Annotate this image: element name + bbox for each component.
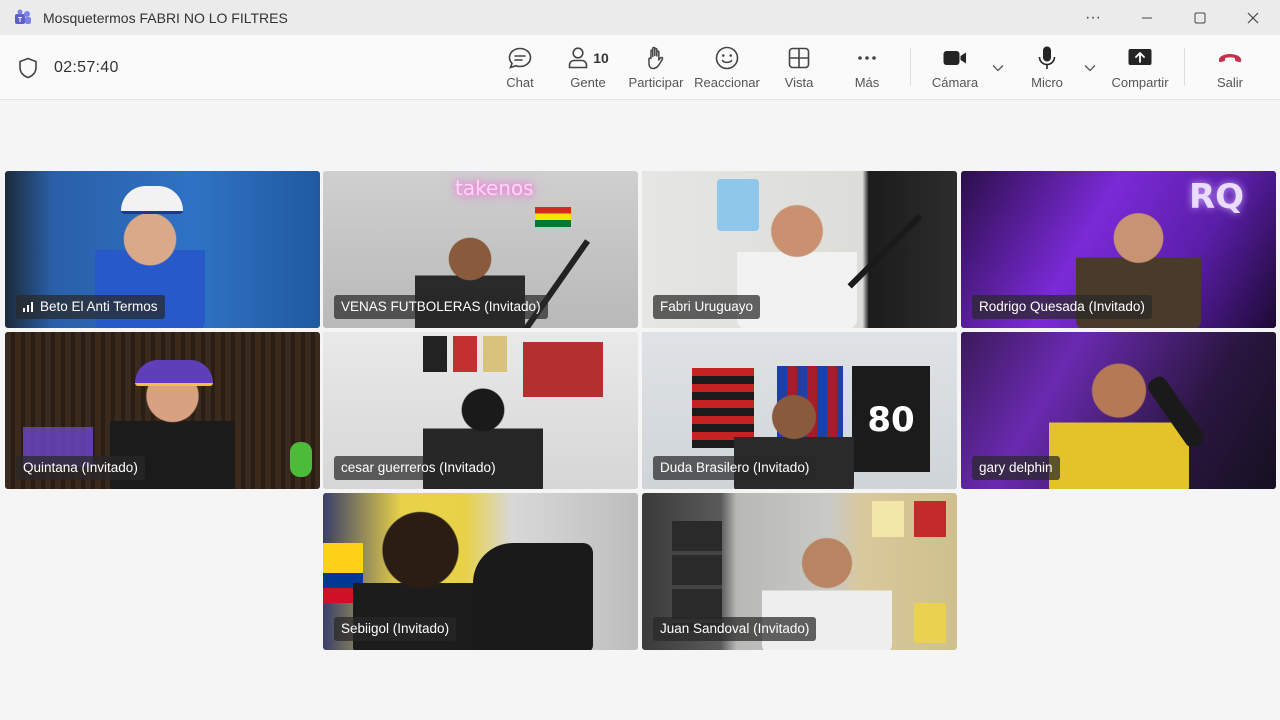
participant-nameplate: gary delphin	[972, 456, 1060, 480]
participant-nameplate: Beto El Anti Termos	[16, 295, 165, 319]
view-label: Vista	[784, 75, 814, 90]
title-bar: T Mosquetermos FABRI NO LO FILTRES ···	[0, 0, 1280, 35]
speaking-bars-icon	[23, 302, 33, 312]
minimize-icon	[1142, 17, 1152, 18]
participant-nameplate: Rodrigo Quesada (Invitado)	[972, 295, 1152, 319]
participant-nameplate: Juan Sandoval (Invitado)	[653, 617, 817, 641]
cap-decoration	[135, 360, 213, 386]
share-button[interactable]: Compartir	[1108, 45, 1172, 95]
people-icon	[568, 47, 588, 69]
leave-label: Salir	[1216, 75, 1243, 90]
ellipsis-icon: ···	[1085, 8, 1101, 26]
shield-icon[interactable]	[18, 57, 38, 79]
jersey-decoration	[483, 336, 507, 372]
participant-video	[473, 543, 593, 650]
more-icon	[858, 56, 876, 60]
participant-name: gary delphin	[979, 460, 1053, 475]
mic-options-caret[interactable]	[1083, 61, 1097, 75]
mic-label: Micro	[1031, 75, 1063, 90]
participant-tile[interactable]: RQ Rodrigo Quesada (Invitado)	[961, 171, 1276, 328]
chevron-down-icon	[1084, 65, 1096, 72]
hang-up-icon	[1219, 54, 1241, 63]
close-icon	[1247, 12, 1259, 23]
camera-icon	[943, 51, 966, 65]
participant-tile[interactable]: Quintana (Invitado)	[5, 332, 320, 489]
shelf-decoration	[672, 521, 722, 631]
maximize-icon	[1194, 12, 1206, 23]
participant-tile[interactable]: Beto El Anti Termos	[5, 171, 320, 328]
view-button[interactable]: Vista	[782, 45, 816, 95]
mic-button[interactable]: Micro	[1026, 45, 1068, 95]
participant-nameplate: cesar guerreros (Invitado)	[334, 456, 503, 480]
toolbar-divider	[1184, 48, 1185, 86]
meeting-timer: 02:57:40	[54, 59, 119, 76]
participant-nameplate: Quintana (Invitado)	[16, 456, 145, 480]
close-button[interactable]	[1227, 0, 1279, 35]
participant-video	[1049, 350, 1189, 489]
raise-hand-label: Participar	[628, 75, 684, 90]
jersey-decoration	[914, 501, 946, 537]
participant-name: cesar guerreros (Invitado)	[341, 460, 496, 475]
toolbar-divider	[910, 48, 911, 86]
participant-nameplate: Sebiigol (Invitado)	[334, 617, 457, 641]
participant-name: Juan Sandoval (Invitado)	[660, 621, 810, 636]
chevron-down-icon	[992, 65, 1004, 72]
participant-name: Sebiigol (Invitado)	[341, 621, 450, 636]
participant-tile[interactable]: Juan Sandoval (Invitado)	[642, 493, 957, 650]
smiley-icon	[715, 46, 739, 70]
grid-view-icon	[788, 47, 810, 69]
participant-nameplate: Duda Brasilero (Invitado)	[653, 456, 817, 480]
jersey-decoration	[423, 336, 447, 372]
jersey-decoration	[453, 336, 477, 372]
react-button[interactable]: Reaccionar	[694, 45, 760, 95]
participant-tile[interactable]: takenos VENAS FUTBOLERAS (Invitado)	[323, 171, 638, 328]
jersey-decoration: 80	[852, 366, 930, 472]
share-label: Compartir	[1111, 75, 1169, 90]
flag-decoration	[535, 207, 571, 227]
svg-text:T: T	[18, 17, 23, 24]
share-screen-icon	[1128, 49, 1152, 65]
more-label: Más	[854, 75, 880, 90]
raise-hand-icon	[648, 46, 664, 70]
participant-tile[interactable]: Sebiigol (Invitado)	[323, 493, 638, 650]
microphone-icon	[1038, 46, 1056, 69]
participant-name: Duda Brasilero (Invitado)	[660, 460, 810, 475]
figure-decoration	[290, 442, 312, 477]
jersey-decoration	[914, 603, 946, 643]
window-title: Mosquetermos FABRI NO LO FILTRES	[43, 10, 288, 26]
camera-button[interactable]: Cámara	[930, 45, 980, 95]
jersey-decoration	[872, 501, 904, 537]
participant-tile[interactable]: Fabri Uruguayo	[642, 171, 957, 328]
more-button[interactable]: Más	[850, 45, 884, 95]
participant-name: Quintana (Invitado)	[23, 460, 138, 475]
camera-label: Cámara	[931, 75, 979, 90]
neon-sign: takenos	[455, 176, 534, 200]
logo-sign: RQ	[1189, 177, 1245, 217]
chat-icon	[508, 47, 532, 69]
participant-tile[interactable]: gary delphin	[961, 332, 1276, 489]
maximize-button[interactable]	[1174, 0, 1226, 35]
participant-tile[interactable]: cesar guerreros (Invitado)	[323, 332, 638, 489]
camera-options-caret[interactable]	[991, 61, 1005, 75]
participant-nameplate: Fabri Uruguayo	[653, 295, 761, 319]
participant-name: Fabri Uruguayo	[660, 299, 754, 314]
people-count: 10	[593, 50, 609, 66]
chat-button[interactable]: Chat	[500, 45, 540, 95]
raise-hand-button[interactable]: Participar	[626, 45, 686, 95]
poster-decoration	[523, 342, 603, 397]
participant-tile[interactable]: 80 Duda Brasilero (Invitado)	[642, 332, 957, 489]
people-label: Gente	[570, 75, 606, 90]
teams-logo-icon: T	[15, 9, 31, 24]
participant-nameplate: VENAS FUTBOLERAS (Invitado)	[334, 295, 548, 319]
leave-button[interactable]: Salir	[1213, 45, 1247, 95]
participant-name: Beto El Anti Termos	[40, 299, 158, 314]
participant-name: Rodrigo Quesada (Invitado)	[979, 299, 1145, 314]
minimize-button[interactable]	[1121, 0, 1173, 35]
more-options-button[interactable]: ···	[1067, 0, 1119, 35]
people-button[interactable]: 10 Gente	[564, 45, 612, 95]
chat-label: Chat	[506, 75, 534, 90]
react-label: Reaccionar	[694, 75, 760, 90]
meeting-toolbar: 02:57:40 Chat 10 Gente Participar Reacci…	[0, 35, 1280, 100]
participant-name: VENAS FUTBOLERAS (Invitado)	[341, 299, 541, 314]
